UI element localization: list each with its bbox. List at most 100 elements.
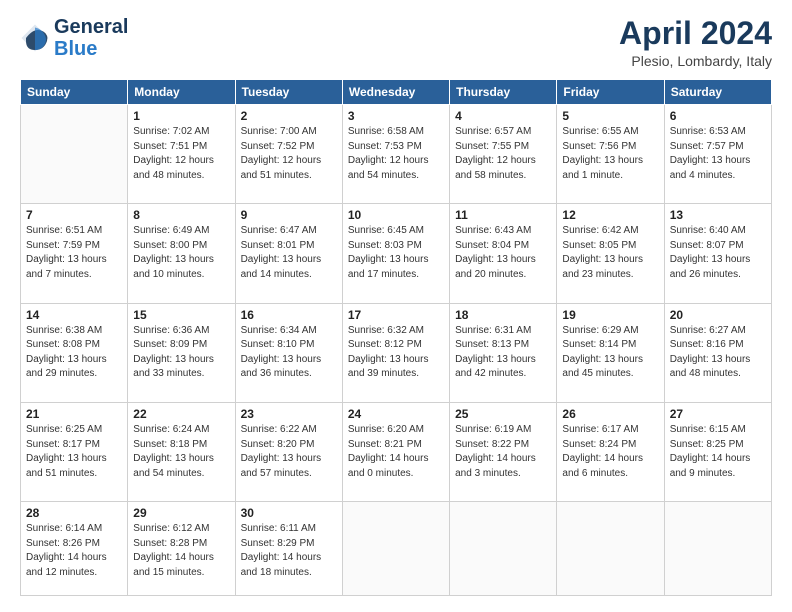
day-number: 15 — [133, 308, 229, 322]
day-info: Sunrise: 6:36 AMSunset: 8:09 PMDaylight:… — [133, 324, 229, 382]
day-info: Sunrise: 6:11 AMSunset: 8:29 PMDaylight:… — [241, 522, 337, 580]
day-number: 10 — [348, 208, 444, 222]
day-info: Sunrise: 6:29 AMSunset: 8:14 PMDaylight:… — [562, 324, 658, 382]
day-info: Sunrise: 6:34 AMSunset: 8:10 PMDaylight:… — [241, 324, 337, 382]
day-number: 25 — [455, 407, 551, 421]
day-number: 24 — [348, 407, 444, 421]
day-info: Sunrise: 6:20 AMSunset: 8:21 PMDaylight:… — [348, 423, 444, 481]
calendar-cell: 29 Sunrise: 6:12 AMSunset: 8:28 PMDayligh… — [128, 502, 235, 596]
page: General Blue April 2024 Plesio, Lombardy… — [0, 0, 792, 612]
day-number: 5 — [562, 109, 658, 123]
day-number: 3 — [348, 109, 444, 123]
day-number: 8 — [133, 208, 229, 222]
calendar-cell: 21 Sunrise: 6:25 AMSunset: 8:17 PMDayligh… — [21, 403, 128, 502]
day-info: Sunrise: 6:19 AMSunset: 8:22 PMDaylight:… — [455, 423, 551, 481]
calendar-row: 1Sunrise: 7:02 AMSunset: 7:51 PMDaylight… — [21, 105, 772, 204]
day-number: 30 — [241, 506, 337, 520]
day-info: Sunrise: 6:51 AMSunset: 7:59 PMDaylight:… — [26, 224, 122, 282]
day-number: 28 — [26, 506, 122, 520]
logo: General Blue — [20, 16, 128, 60]
day-info: Sunrise: 6:58 AMSunset: 7:53 PMDaylight:… — [348, 125, 444, 183]
day-number: 14 — [26, 308, 122, 322]
calendar-cell: 22 Sunrise: 6:24 AMSunset: 8:18 PMDayligh… — [128, 403, 235, 502]
logo-text: General Blue — [54, 16, 128, 60]
calendar-cell: 25 Sunrise: 6:19 AMSunset: 8:22 PMDayligh… — [450, 403, 557, 502]
calendar-cell: 23 Sunrise: 6:22 AMSunset: 8:20 PMDayligh… — [235, 403, 342, 502]
day-number: 7 — [26, 208, 122, 222]
header: General Blue April 2024 Plesio, Lombardy… — [20, 16, 772, 69]
calendar-cell: 6 Sunrise: 6:53 AMSunset: 7:57 PMDaylight… — [664, 105, 771, 204]
day-info: Sunrise: 6:17 AMSunset: 8:24 PMDaylight:… — [562, 423, 658, 481]
day-number: 4 — [455, 109, 551, 123]
calendar-cell: 11Sunrise: 6:43 AMSunset: 8:04 PMDayligh… — [450, 204, 557, 303]
day-info: Sunrise: 6:27 AMSunset: 8:16 PMDaylight:… — [670, 324, 766, 382]
day-info: Sunrise: 6:14 AMSunset: 8:26 PMDaylight:… — [26, 522, 122, 580]
day-info: Sunrise: 6:25 AMSunset: 8:17 PMDaylight:… — [26, 423, 122, 481]
calendar-cell: 12 Sunrise: 6:42 AMSunset: 8:05 PMDayligh… — [557, 204, 664, 303]
day-info: Sunrise: 6:22 AMSunset: 8:20 PMDaylight:… — [241, 423, 337, 481]
calendar-cell: 26 Sunrise: 6:17 AMSunset: 8:24 PMDayligh… — [557, 403, 664, 502]
calendar-row: 14 Sunrise: 6:38 AMSunset: 8:08 PMDayligh… — [21, 303, 772, 402]
day-info: Sunrise: 6:47 AMSunset: 8:01 PMDaylight:… — [241, 224, 337, 282]
calendar-header-sunday: Sunday — [21, 80, 128, 105]
calendar-cell: 19 Sunrise: 6:29 AMSunset: 8:14 PMDayligh… — [557, 303, 664, 402]
day-number: 26 — [562, 407, 658, 421]
calendar-cell: 24 Sunrise: 6:20 AMSunset: 8:21 PMDayligh… — [342, 403, 449, 502]
day-info: Sunrise: 6:31 AMSunset: 8:13 PMDaylight:… — [455, 324, 551, 382]
day-number: 20 — [670, 308, 766, 322]
calendar-header-wednesday: Wednesday — [342, 80, 449, 105]
calendar-cell: 3 Sunrise: 6:58 AMSunset: 7:53 PMDaylight… — [342, 105, 449, 204]
calendar-cell: 2Sunrise: 7:00 AMSunset: 7:52 PMDaylight… — [235, 105, 342, 204]
day-number: 23 — [241, 407, 337, 421]
day-info: Sunrise: 6:12 AMSunset: 8:28 PMDaylight:… — [133, 522, 229, 580]
calendar-cell: 7 Sunrise: 6:51 AMSunset: 7:59 PMDaylight… — [21, 204, 128, 303]
day-info: Sunrise: 6:45 AMSunset: 8:03 PMDaylight:… — [348, 224, 444, 282]
day-number: 13 — [670, 208, 766, 222]
calendar-row: 21 Sunrise: 6:25 AMSunset: 8:17 PMDayligh… — [21, 403, 772, 502]
day-info: Sunrise: 6:42 AMSunset: 8:05 PMDaylight:… — [562, 224, 658, 282]
day-number: 18 — [455, 308, 551, 322]
calendar-cell — [342, 502, 449, 596]
calendar-header-thursday: Thursday — [450, 80, 557, 105]
day-info: Sunrise: 6:38 AMSunset: 8:08 PMDaylight:… — [26, 324, 122, 382]
day-number: 27 — [670, 407, 766, 421]
calendar-cell — [664, 502, 771, 596]
day-info: Sunrise: 6:57 AMSunset: 7:55 PMDaylight:… — [455, 125, 551, 183]
day-info: Sunrise: 6:15 AMSunset: 8:25 PMDaylight:… — [670, 423, 766, 481]
logo-icon — [20, 23, 50, 53]
calendar-table: SundayMondayTuesdayWednesdayThursdayFrid… — [20, 79, 772, 596]
calendar-header-saturday: Saturday — [664, 80, 771, 105]
day-info: Sunrise: 6:24 AMSunset: 8:18 PMDaylight:… — [133, 423, 229, 481]
day-info: Sunrise: 6:40 AMSunset: 8:07 PMDaylight:… — [670, 224, 766, 282]
calendar-cell — [557, 502, 664, 596]
calendar-cell: 16Sunrise: 6:34 AMSunset: 8:10 PMDayligh… — [235, 303, 342, 402]
calendar-row: 28 Sunrise: 6:14 AMSunset: 8:26 PMDayligh… — [21, 502, 772, 596]
title-block: April 2024 Plesio, Lombardy, Italy — [619, 16, 772, 69]
calendar-header-monday: Monday — [128, 80, 235, 105]
calendar-cell: 14 Sunrise: 6:38 AMSunset: 8:08 PMDayligh… — [21, 303, 128, 402]
calendar-cell — [450, 502, 557, 596]
day-number: 6 — [670, 109, 766, 123]
main-title: April 2024 — [619, 16, 772, 51]
calendar-cell: 9 Sunrise: 6:47 AMSunset: 8:01 PMDaylight… — [235, 204, 342, 303]
day-info: Sunrise: 6:49 AMSunset: 8:00 PMDaylight:… — [133, 224, 229, 282]
calendar-cell: 5 Sunrise: 6:55 AMSunset: 7:56 PMDaylight… — [557, 105, 664, 204]
calendar-cell: 15 Sunrise: 6:36 AMSunset: 8:09 PMDayligh… — [128, 303, 235, 402]
day-number: 22 — [133, 407, 229, 421]
day-info: Sunrise: 6:43 AMSunset: 8:04 PMDaylight:… — [455, 224, 551, 282]
day-number: 29 — [133, 506, 229, 520]
day-number: 12 — [562, 208, 658, 222]
calendar-cell: 18 Sunrise: 6:31 AMSunset: 8:13 PMDayligh… — [450, 303, 557, 402]
calendar-cell: 13 Sunrise: 6:40 AMSunset: 8:07 PMDayligh… — [664, 204, 771, 303]
day-info: Sunrise: 6:53 AMSunset: 7:57 PMDaylight:… — [670, 125, 766, 183]
calendar-row: 7 Sunrise: 6:51 AMSunset: 7:59 PMDaylight… — [21, 204, 772, 303]
day-number: 19 — [562, 308, 658, 322]
calendar-cell: 10 Sunrise: 6:45 AMSunset: 8:03 PMDayligh… — [342, 204, 449, 303]
calendar-cell: 8 Sunrise: 6:49 AMSunset: 8:00 PMDaylight… — [128, 204, 235, 303]
day-number: 9 — [241, 208, 337, 222]
day-number: 21 — [26, 407, 122, 421]
day-number: 17 — [348, 308, 444, 322]
calendar-cell: 27 Sunrise: 6:15 AMSunset: 8:25 PMDayligh… — [664, 403, 771, 502]
calendar-header-tuesday: Tuesday — [235, 80, 342, 105]
day-info: Sunrise: 6:55 AMSunset: 7:56 PMDaylight:… — [562, 125, 658, 183]
